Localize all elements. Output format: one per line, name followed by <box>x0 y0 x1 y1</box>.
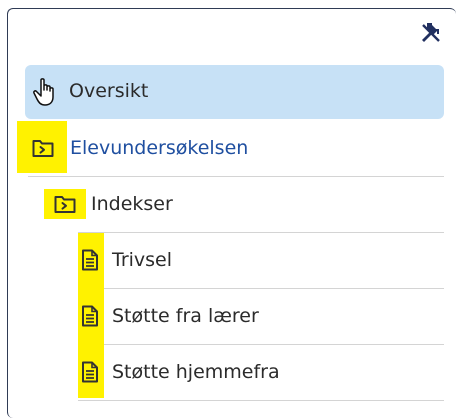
tree-item-trivsel[interactable]: Trivsel <box>78 233 444 288</box>
tree-item-label: Elevundersøkelsen <box>70 137 249 159</box>
tree-item-label: Støtte fra lærer <box>112 305 259 327</box>
divider <box>78 400 444 401</box>
tree-item-label: Indekser <box>91 193 173 215</box>
tree-item-oversikt[interactable]: Oversikt <box>25 65 444 119</box>
tree-item-label: Trivsel <box>112 249 173 271</box>
document-icon <box>81 249 99 271</box>
tree-item-indekser[interactable]: Indekser <box>44 177 444 232</box>
folder-icon <box>32 138 54 158</box>
hand-pointer-icon <box>32 77 58 107</box>
tree-item-label: Støtte hjemmefra <box>112 361 280 383</box>
tree-item-stotte-hjemmefra[interactable]: Støtte hjemmefra <box>78 345 444 400</box>
pin-icon[interactable] <box>418 20 444 46</box>
tree-item-elevundersokelsen[interactable]: Elevundersøkelsen <box>17 121 444 176</box>
tree-item-stotte-fra-laerer[interactable]: Støtte fra lærer <box>78 289 444 344</box>
document-icon <box>81 361 99 383</box>
folder-icon <box>54 194 76 214</box>
tree-item-label: Oversikt <box>69 80 149 102</box>
document-icon <box>81 305 99 327</box>
